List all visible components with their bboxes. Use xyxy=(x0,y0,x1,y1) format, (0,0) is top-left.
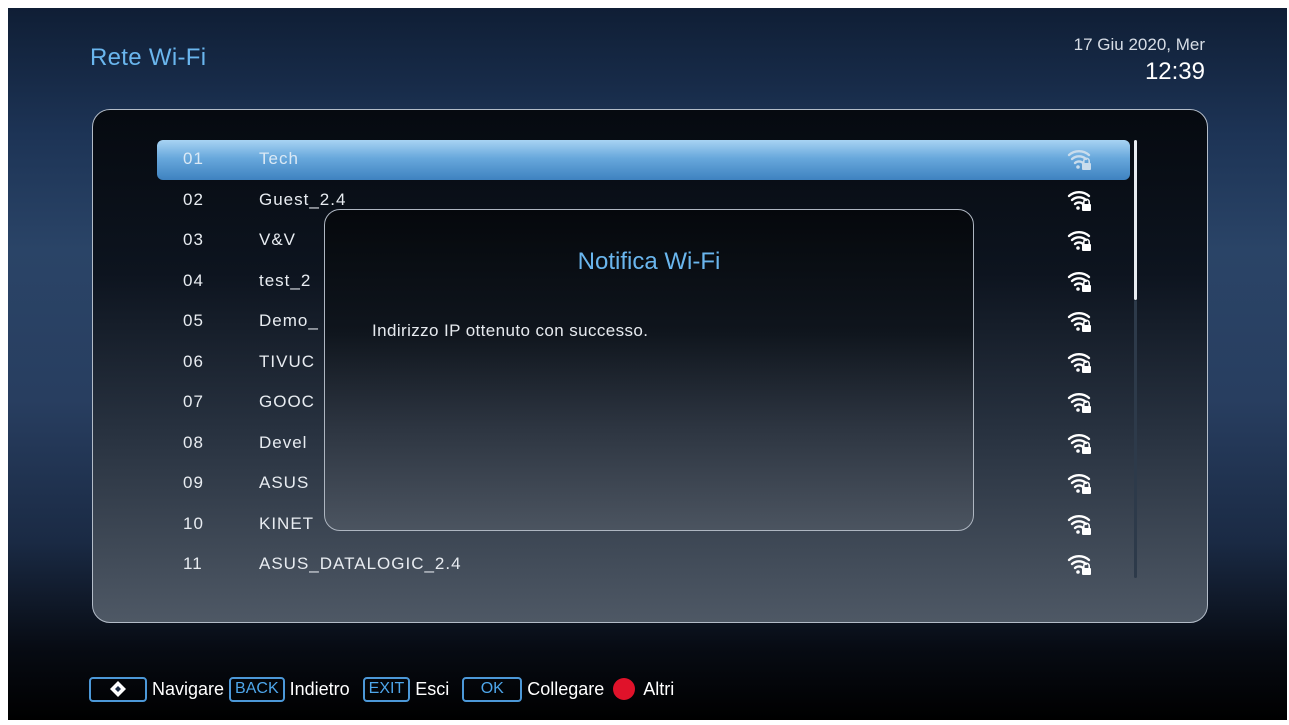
wifi-lock-icon xyxy=(1067,231,1091,251)
notification-dialog: Notifica Wi-Fi Indirizzo IP ottenuto con… xyxy=(324,209,974,531)
network-ssid: ASUS xyxy=(259,473,310,492)
ok-key[interactable]: OK xyxy=(462,676,523,702)
more-label: Altri xyxy=(643,678,675,699)
help-bar: Navigare BACK Indietro EXIT Esci OK Coll… xyxy=(89,674,679,704)
network-ssid: test_2 xyxy=(259,270,312,290)
network-number: 02 xyxy=(183,189,204,209)
network-number: 09 xyxy=(183,473,204,492)
back-key[interactable]: BACK xyxy=(229,676,285,702)
dpad-icon xyxy=(110,681,126,697)
network-number: 03 xyxy=(183,230,204,249)
navigate-key[interactable] xyxy=(89,676,147,702)
page-title: Rete Wi-Fi xyxy=(90,44,207,71)
wifi-lock-icon xyxy=(1067,190,1091,211)
network-number: 04 xyxy=(183,270,204,290)
exit-label: Esci xyxy=(415,678,450,699)
network-ssid: ASUS_DATALOGIC_2.4 xyxy=(259,554,462,573)
wifi-lock-icon xyxy=(1067,271,1091,292)
wifi-lock-icon xyxy=(1067,352,1091,373)
navigate-label: Navigare xyxy=(152,678,225,699)
network-row[interactable]: 01 Tech xyxy=(157,140,1130,180)
network-ssid: TIVUC xyxy=(259,351,315,371)
tv-screen: Rete Wi-Fi 17 Giu 2020, Mer 12:39 01 Tech… xyxy=(8,8,1287,720)
wifi-lock-icon xyxy=(1067,514,1091,535)
network-row[interactable]: 11 ASUS_DATALOGIC_2.4 xyxy=(157,545,1130,585)
network-number: 05 xyxy=(183,311,204,330)
wifi-lock-icon xyxy=(1067,312,1091,332)
network-number: 01 xyxy=(183,149,204,168)
network-ssid: Tech xyxy=(259,149,299,168)
scrollbar-track[interactable] xyxy=(1134,300,1137,578)
wifi-lock-icon xyxy=(1067,150,1091,170)
network-ssid: Demo_ xyxy=(259,311,319,330)
network-ssid: Guest_2.4 xyxy=(259,189,347,209)
network-number: 07 xyxy=(183,392,204,411)
network-number: 11 xyxy=(183,554,203,573)
wifi-lock-icon xyxy=(1067,555,1091,575)
back-label: Indietro xyxy=(289,678,350,699)
network-ssid: Devel xyxy=(259,432,308,452)
network-number: 10 xyxy=(183,513,204,533)
red-button-icon[interactable] xyxy=(613,678,636,700)
network-number: 08 xyxy=(183,432,204,452)
network-ssid: V&V xyxy=(259,230,297,249)
wifi-lock-icon xyxy=(1067,433,1091,454)
ok-label: Collegare xyxy=(527,678,605,699)
scrollbar-thumb[interactable] xyxy=(1134,140,1137,300)
network-number: 06 xyxy=(183,351,204,371)
dialog-title: Notifica Wi-Fi xyxy=(577,248,721,275)
clock-date: 17 Giu 2020, Mer xyxy=(1073,35,1205,54)
clock-time: 12:39 xyxy=(1144,58,1205,85)
network-ssid: GOOC xyxy=(259,392,315,411)
network-ssid: KINET xyxy=(259,513,315,533)
exit-key[interactable]: EXIT xyxy=(362,676,411,702)
wifi-lock-icon xyxy=(1067,474,1091,494)
dialog-message: Indirizzo IP ottenuto con successo. xyxy=(372,321,649,340)
wifi-lock-icon xyxy=(1067,393,1091,413)
